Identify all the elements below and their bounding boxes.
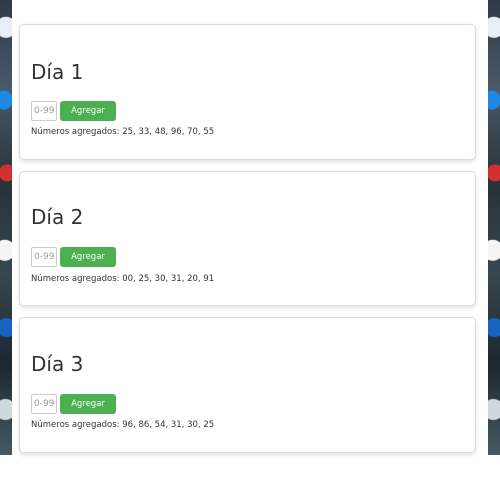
added-numbers-label: Números agregados:	[31, 274, 120, 284]
added-numbers-text: Números agregados: 00, 25, 30, 31, 20, 9…	[31, 274, 214, 284]
add-button[interactable]: Agregar	[60, 247, 116, 267]
added-numbers-values: 25, 33, 48, 96, 70, 55	[122, 127, 215, 137]
added-numbers-text: Números agregados: 25, 33, 48, 96, 70, 5…	[31, 127, 214, 137]
added-numbers-values: 96, 86, 54, 31, 30, 25	[122, 420, 215, 430]
add-button[interactable]: Agregar	[60, 394, 116, 414]
added-numbers-label: Números agregados:	[31, 127, 120, 137]
added-numbers-label: Números agregados:	[31, 420, 120, 430]
day-card-1: Día 1 Agregar Números agregados: 25, 33,…	[19, 24, 476, 160]
added-numbers-text: Números agregados: 96, 86, 54, 31, 30, 2…	[31, 420, 214, 430]
background-image-right	[488, 0, 500, 455]
day-title: Día 2	[31, 205, 84, 229]
add-button[interactable]: Agregar	[60, 101, 116, 121]
day-card-3: Día 3 Agregar Números agregados: 96, 86,…	[19, 317, 476, 453]
number-input[interactable]	[31, 101, 57, 121]
background-image-left	[0, 0, 12, 455]
number-input[interactable]	[31, 394, 57, 414]
number-input[interactable]	[31, 247, 57, 267]
day-title: Día 1	[31, 60, 84, 84]
day-card-2: Día 2 Agregar Números agregados: 00, 25,…	[19, 171, 476, 306]
added-numbers-values: 00, 25, 30, 31, 20, 91	[122, 274, 215, 284]
day-title: Día 3	[31, 352, 84, 376]
